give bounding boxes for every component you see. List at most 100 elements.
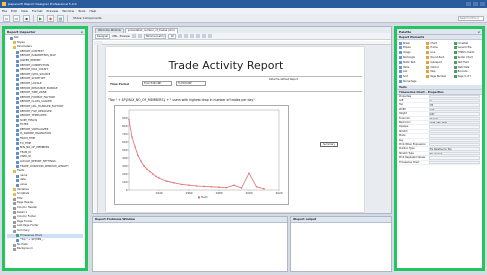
menu-window[interactable]: Window: [62, 9, 74, 13]
from-time-field[interactable]: From EditorNP: [142, 81, 172, 86]
menu-preview[interactable]: Preview: [47, 9, 59, 13]
align-center-icon[interactable]: [201, 34, 206, 38]
band-icon: [13, 229, 16, 233]
close-icon[interactable]: ×: [477, 30, 480, 34]
zoom-in-icon[interactable]: [131, 34, 136, 38]
property-value[interactable]: [0,0,0]: [429, 116, 480, 121]
y-tick-label: 200: [122, 172, 128, 176]
property-value[interactable]: [429, 156, 480, 160]
y-tick-label: 800: [122, 124, 128, 128]
data-point: [240, 187, 243, 189]
palette-item[interactable]: Percentage: [399, 79, 425, 84]
palette-item[interactable]: HTML5 Charts: [453, 51, 480, 55]
x-tick-label: 1960: [185, 191, 192, 195]
designer-mode-tab[interactable]: Designer: [95, 33, 111, 39]
tab-welcome[interactable]: Welcome Window: [95, 28, 124, 33]
palette-item[interactable]: Image: [399, 51, 425, 55]
save-icon[interactable]: ▪: [23, 14, 30, 22]
palette-item[interactable]: Frame: [426, 46, 452, 50]
font-size-select[interactable]: 10: [168, 33, 176, 39]
palette-item[interactable]: Page Number: [426, 75, 452, 79]
run-icon[interactable]: ▶: [37, 14, 44, 22]
property-value[interactable]: No stretch: [429, 151, 480, 156]
property-value[interactable]: [429, 129, 480, 134]
property-value[interactable]: 247: [429, 112, 480, 116]
palette-item[interactable]: Rectangle: [399, 55, 425, 60]
tab-report-file[interactable]: prosedetail_number_of_trades.jrxml: [124, 28, 178, 33]
design-canvas[interactable]: Trade Activity Report Time Period From E…: [94, 41, 391, 213]
report-note[interactable]: Data Pre-defined Report: [256, 78, 311, 81]
palette-item[interactable]: Static Text: [399, 60, 425, 64]
palette-item[interactable]: Page X of Y: [453, 75, 480, 79]
property-value[interactable]: 0: [429, 99, 480, 103]
property-value[interactable]: [429, 125, 480, 129]
xml-mode-tab[interactable]: XML: [112, 35, 117, 38]
menu-view[interactable]: View: [21, 9, 28, 13]
property-value[interactable]: [429, 134, 480, 138]
palette-item[interactable]: Callout: [426, 65, 452, 69]
property-value[interactable]: [429, 138, 480, 142]
tree-item[interactable]: Background: [7, 247, 83, 252]
palette-item[interactable]: Sort: [399, 75, 425, 79]
datasource-icon[interactable]: ◆: [47, 14, 54, 22]
summary-tag[interactable]: Summary: [320, 142, 338, 147]
y-tick-label: 100: [122, 180, 128, 184]
parameter-icon: [16, 101, 19, 105]
font-select[interactable]: Tahoma (Latin): [143, 33, 167, 39]
new-file-icon[interactable]: ▫: [3, 14, 10, 22]
palette-item[interactable]: Web Data: [453, 65, 480, 69]
align-right-icon[interactable]: [207, 34, 212, 38]
property-value[interactable]: [429, 142, 480, 147]
palette-item[interactable]: Chart: [426, 41, 452, 45]
parameter-icon: [16, 156, 19, 160]
property-value[interactable]: [429, 160, 480, 164]
menu-file[interactable]: File: [2, 9, 7, 13]
palette-item[interactable]: Map: [426, 70, 452, 74]
underline-icon[interactable]: [189, 34, 194, 38]
italic-icon[interactable]: [183, 34, 188, 38]
palette-item[interactable]: Barcode: [453, 70, 480, 74]
palette-item[interactable]: List: [399, 70, 425, 74]
align-left-icon[interactable]: [195, 34, 200, 38]
palette-item[interactable]: Ellipse: [399, 46, 425, 50]
property-key: Stretch Type: [399, 151, 414, 155]
close-icon[interactable]: ×: [80, 30, 83, 34]
timeseries-chart[interactable]: 0 100 200 300 400 500 600 700 800 900 1940 1960 1980…: [114, 105, 289, 205]
palette-item-label: Percentage: [403, 80, 417, 84]
data-point: [195, 185, 198, 187]
database-icon[interactable]: ▤: [57, 14, 64, 22]
to-time-field[interactable]: To EditorNP: [176, 81, 206, 86]
minimize-button[interactable]: [466, 2, 471, 6]
chart-title-expression[interactable]: "Top " + $P{MAX_NO_OF_MEMBERS} + " users…: [108, 98, 255, 102]
property-value[interactable]: [255,255,255]: [429, 121, 480, 125]
palette-item[interactable]: Spider Chart: [453, 55, 480, 60]
palette-item[interactable]: Generic Ele.: [453, 46, 480, 50]
property-value[interactable]: 78: [429, 103, 480, 107]
close-button[interactable]: [480, 2, 485, 6]
property-value[interactable]: 415: [429, 107, 480, 112]
share-components-label[interactable]: Share Components: [73, 16, 102, 20]
time-period-label[interactable]: Time Period: [110, 82, 129, 86]
palette-item[interactable]: Round Rect.: [426, 55, 452, 60]
palette-item[interactable]: Text Field: [453, 60, 480, 64]
preview-mode-tab[interactable]: Preview: [120, 35, 130, 38]
property-value[interactable]: [429, 94, 480, 99]
zoom-out-icon[interactable]: [137, 34, 142, 38]
open-folder-icon[interactable]: ▭: [13, 14, 20, 22]
menu-edit[interactable]: Edit: [11, 9, 17, 13]
property-row[interactable]: Timeseries Chart: [399, 160, 480, 165]
maximize-button[interactable]: [473, 2, 478, 6]
report-title[interactable]: Trade Activity Report: [106, 59, 346, 72]
palette-item[interactable]: Crosstab: [453, 41, 480, 45]
menu-format[interactable]: Format: [32, 9, 43, 13]
menu-tools[interactable]: Tools: [78, 9, 85, 13]
menu-help[interactable]: Help: [89, 9, 96, 13]
quick-search-input[interactable]: Search (Ctrl+I): [458, 15, 484, 21]
palette-item[interactable]: Line: [426, 51, 452, 55]
palette-item[interactable]: Table: [399, 65, 425, 69]
property-value[interactable]: Fix Relative to Top: [429, 147, 480, 151]
palette-item[interactable]: Break: [399, 41, 425, 45]
palette-item[interactable]: Subreport: [426, 60, 452, 64]
parameter-icon: [16, 59, 19, 63]
bold-icon[interactable]: [177, 34, 182, 38]
